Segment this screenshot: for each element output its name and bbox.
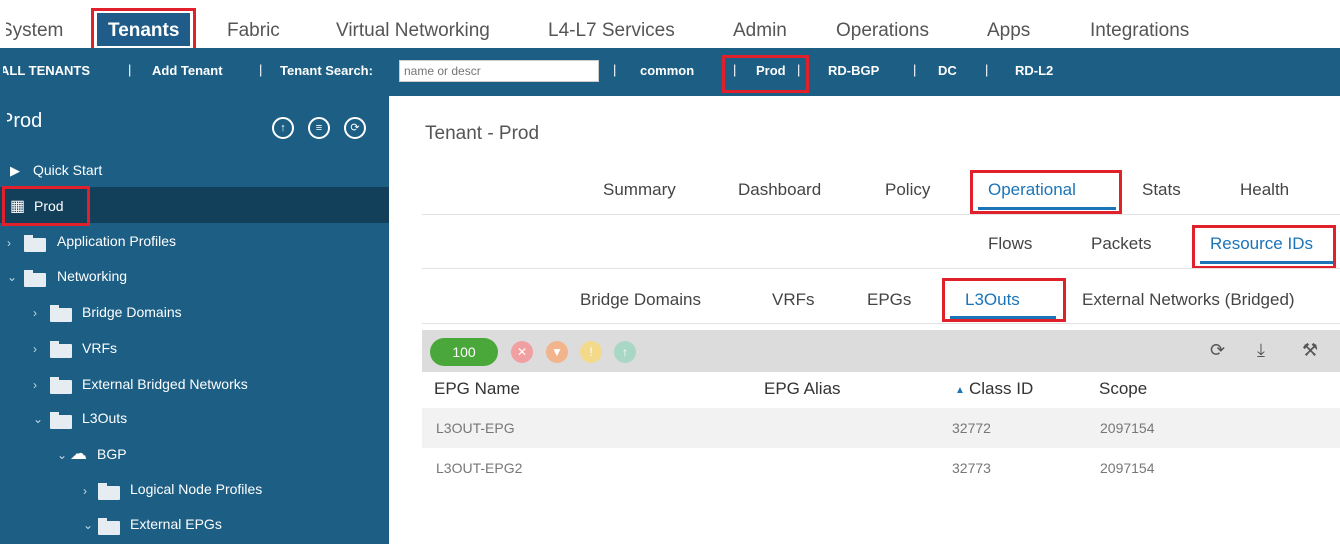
tab-summary[interactable]: Summary — [603, 180, 676, 200]
sidebar-item-networking[interactable]: Networking — [57, 268, 127, 284]
tenant-search-label: Tenant Search: — [280, 63, 373, 78]
page-title: Tenant - Prod — [425, 123, 540, 144]
topnav-system[interactable]: System — [6, 20, 63, 42]
cell-class-id: 32772 — [952, 420, 991, 436]
topnav-apps[interactable]: Apps — [987, 20, 1030, 42]
topnav-virtual-networking[interactable]: Virtual Networking — [336, 20, 490, 42]
tenant-link-rd-l2[interactable]: RD-L2 — [1015, 63, 1053, 78]
folder-icon — [50, 412, 72, 429]
tab-stats[interactable]: Stats — [1142, 180, 1181, 200]
resource-tab-vrfs[interactable]: VRFs — [772, 290, 815, 310]
col-header-epg-alias[interactable]: EPG Alias — [764, 379, 841, 399]
folder-icon — [98, 518, 120, 535]
folder-icon — [50, 305, 72, 322]
table-row[interactable] — [422, 408, 1340, 448]
tools-icon[interactable]: ⚒ — [1302, 340, 1318, 361]
sidebar-item-external-epgs[interactable]: External EPGs — [130, 516, 222, 532]
tenants-highlight-box — [91, 8, 196, 51]
topnav-integrations[interactable]: Integrations — [1090, 20, 1189, 42]
sidebar-item-application-profiles[interactable]: Application Profiles — [57, 233, 176, 249]
topnav-operations[interactable]: Operations — [836, 20, 929, 42]
chevron-right-icon[interactable]: › — [33, 342, 37, 356]
tenant-link-rd-bgp[interactable]: RD-BGP — [828, 63, 879, 78]
folder-icon — [50, 341, 72, 358]
folder-icon — [98, 483, 120, 500]
col-header-class-id[interactable]: Class ID — [969, 379, 1033, 399]
separator: | — [613, 62, 617, 77]
cloud-icon: ☁ — [70, 444, 87, 463]
chevron-down-icon[interactable]: ⌄ — [7, 270, 17, 284]
quickstart-icon: ▶ — [10, 163, 20, 178]
sidebar-item-quick-start[interactable]: Quick Start — [33, 162, 102, 178]
l3outs-highlight-box — [942, 278, 1066, 322]
chevron-down-icon[interactable]: ⌄ — [57, 448, 67, 462]
cell-scope: 2097154 — [1100, 460, 1155, 476]
critical-fault-icon[interactable]: ✕ — [511, 341, 533, 363]
separator: | — [259, 62, 263, 77]
folder-icon — [24, 270, 46, 287]
resource-tab-bridge-domains[interactable]: Bridge Domains — [580, 290, 701, 310]
col-header-scope[interactable]: Scope — [1099, 379, 1147, 399]
add-tenant-link[interactable]: Add Tenant — [152, 63, 223, 78]
divider — [422, 214, 1340, 215]
sidebar-item-external-bridged-networks[interactable]: External Bridged Networks — [82, 376, 248, 392]
chevron-right-icon[interactable]: › — [33, 306, 37, 320]
warning-fault-icon[interactable]: ↑ — [614, 341, 636, 363]
tab-dashboard[interactable]: Dashboard — [738, 180, 821, 200]
divider — [422, 323, 1340, 324]
pin-icon[interactable]: ↑ — [272, 117, 294, 139]
sidebar-item-logical-node-profiles[interactable]: Logical Node Profiles — [130, 481, 262, 497]
refresh-icon[interactable]: ⟳ — [344, 117, 366, 139]
table-row[interactable] — [422, 448, 1340, 488]
topnav-l4-l7-services[interactable]: L4-L7 Services — [548, 20, 675, 42]
subtab-flows[interactable]: Flows — [988, 234, 1032, 254]
chevron-down-icon[interactable]: ⌄ — [83, 518, 93, 532]
operational-highlight-box — [970, 170, 1122, 214]
sidebar-item-bgp[interactable]: BGP — [97, 446, 127, 462]
minor-fault-icon[interactable]: ! — [580, 341, 602, 363]
download-icon[interactable]: ⤓ — [1257, 340, 1265, 361]
tenant-link-common[interactable]: common — [640, 63, 694, 78]
chevron-right-icon[interactable]: › — [83, 484, 87, 498]
list-icon[interactable]: ≡ — [308, 117, 330, 139]
subtab-packets[interactable]: Packets — [1091, 234, 1151, 254]
divider — [422, 268, 1340, 269]
prod-sidebar-highlight-box — [2, 186, 90, 226]
tab-policy[interactable]: Policy — [885, 180, 930, 200]
resource-tab-external-networks[interactable]: External Networks (Bridged) — [1082, 290, 1295, 310]
all-tenants-link[interactable]: ALL TENANTS — [3, 63, 90, 78]
cell-class-id: 32773 — [952, 460, 991, 476]
cell-epg-name: L3OUT-EPG — [436, 420, 515, 436]
col-header-epg-name[interactable]: EPG Name — [434, 379, 520, 399]
sidebar-item-vrfs[interactable]: VRFs — [82, 340, 117, 356]
resource-ids-highlight-box — [1192, 225, 1336, 269]
separator: | — [128, 62, 132, 77]
major-fault-icon[interactable]: ▼ — [546, 341, 568, 363]
chevron-right-icon[interactable]: › — [33, 378, 37, 392]
prod-highlight-box — [722, 55, 809, 93]
cell-epg-name: L3OUT-EPG2 — [436, 460, 523, 476]
resource-tab-epgs[interactable]: EPGs — [867, 290, 911, 310]
tenant-search-input[interactable] — [399, 60, 599, 82]
topnav-fabric[interactable]: Fabric — [227, 20, 280, 42]
folder-icon — [50, 377, 72, 394]
tenant-link-dc[interactable]: DC — [938, 63, 957, 78]
sidebar-item-bridge-domains[interactable]: Bridge Domains — [82, 304, 182, 320]
chevron-right-icon[interactable]: › — [7, 236, 11, 250]
refresh-icon[interactable]: ⟳ — [1210, 340, 1225, 361]
topnav-admin[interactable]: Admin — [733, 20, 787, 42]
tab-health[interactable]: Health — [1240, 180, 1289, 200]
health-score-badge[interactable]: 100 — [430, 338, 498, 366]
separator: | — [985, 62, 989, 77]
sidebar-item-l3outs[interactable]: L3Outs — [82, 410, 127, 426]
folder-icon — [24, 235, 46, 252]
sort-ascending-icon: ▲ — [955, 385, 965, 396]
chevron-down-icon[interactable]: ⌄ — [33, 412, 43, 426]
cell-scope: 2097154 — [1100, 420, 1155, 436]
separator: | — [913, 62, 917, 77]
